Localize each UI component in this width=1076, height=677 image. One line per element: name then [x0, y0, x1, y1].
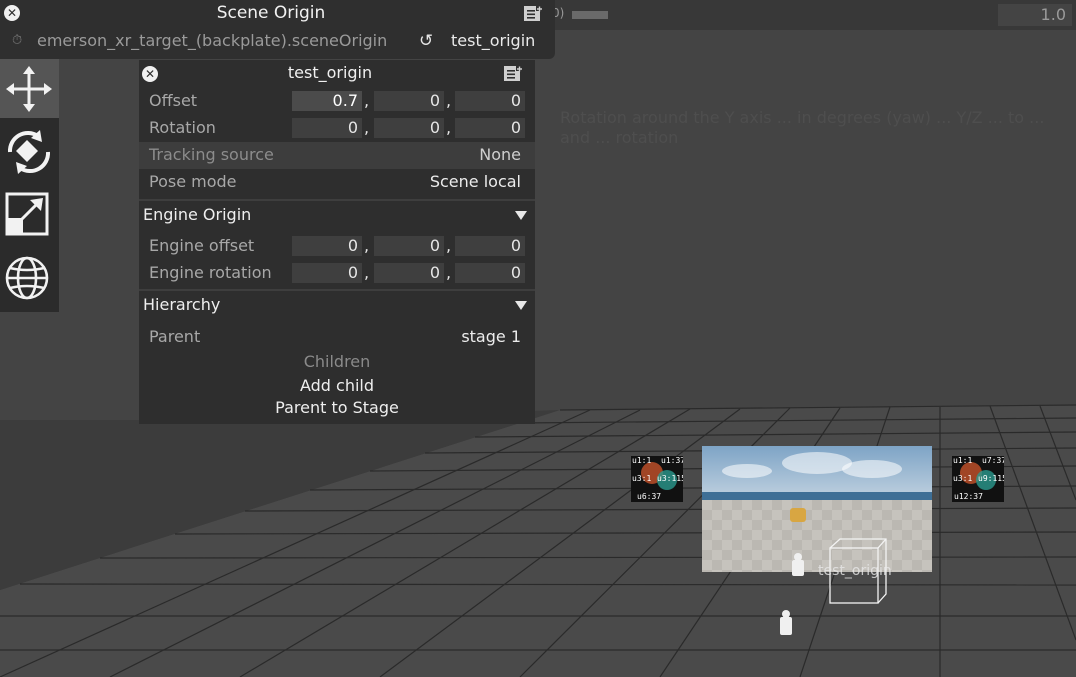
offset-y-input[interactable]: 0 [374, 91, 444, 111]
top-slider[interactable] [572, 11, 608, 19]
move-tool-button[interactable] [0, 59, 59, 118]
chevron-down-icon [515, 301, 527, 310]
world-space-button[interactable] [0, 248, 59, 307]
engine-origin-section-header[interactable]: Engine Origin [139, 199, 535, 229]
scale-icon [5, 192, 49, 236]
rotation-x-input[interactable]: 0 [292, 118, 362, 138]
rotation-row: Rotation 0 , 0 , 0 [139, 115, 535, 142]
chevron-down-icon [515, 211, 527, 220]
children-label: Children [303, 352, 371, 371]
origin-name-label: test_origin [818, 563, 892, 579]
chair-object [790, 508, 806, 522]
engine-offset-row: Engine offset 0 , 0 , 0 [139, 233, 535, 260]
engine-rotation-y-input[interactable]: 0 [374, 263, 444, 283]
rotation-z-input[interactable]: 0 [455, 118, 525, 138]
tracking-source-row[interactable]: Tracking source None [139, 142, 535, 169]
origin-name: test_origin [451, 31, 536, 50]
left-tracking-thumbnail: u1:1 u1:37 u3:1 u3:115 u6:37 [631, 456, 683, 502]
background-hint-text: Rotation around the Y axis ... in degree… [560, 108, 1045, 147]
engine-origin-header: Engine Origin [143, 205, 252, 224]
scene-origin-window: ✕ Scene Origin ⏱ emerson_xr_target_(back… [0, 0, 555, 59]
engine-offset-z-input[interactable]: 0 [455, 236, 525, 256]
origin-properties-panel: ✕ test_origin Offset 0.7 , 0 , 0 Rotatio… [139, 60, 535, 424]
engine-rotation-row: Engine rotation 0 , 0 , 0 [139, 260, 535, 287]
rotation-label: Rotation [149, 118, 216, 137]
parent-to-stage-button[interactable]: Parent to Stage [139, 398, 535, 417]
window-title: Scene Origin [216, 3, 326, 23]
pose-mode-value[interactable]: Scene local [430, 172, 521, 191]
panel-title: test_origin [287, 63, 373, 82]
hierarchy-header: Hierarchy [143, 295, 221, 314]
engine-offset-y-input[interactable]: 0 [374, 236, 444, 256]
engine-rotation-label: Engine rotation [149, 263, 272, 282]
scene-origin-path: emerson_xr_target_(backplate).sceneOrigi… [37, 31, 388, 50]
pose-mode-label: Pose mode [149, 172, 237, 191]
offset-label: Offset [149, 91, 198, 110]
parent-label: Parent [149, 327, 201, 346]
menu-icon[interactable] [503, 65, 523, 82]
engine-offset-label: Engine offset [149, 236, 255, 255]
offset-z-input[interactable]: 0 [455, 91, 525, 111]
offset-x-input[interactable]: 0.7 [292, 91, 362, 111]
backplate-image[interactable] [702, 446, 932, 572]
timer-icon: ⏱ [12, 33, 23, 48]
engine-offset-x-input[interactable]: 0 [292, 236, 362, 256]
rotate-tool-button[interactable] [0, 122, 59, 181]
tracking-source-label: Tracking source [149, 145, 274, 164]
transform-toolbar [0, 59, 59, 312]
globe-icon [5, 256, 49, 300]
rotate-icon [7, 130, 51, 174]
add-child-button[interactable]: Add child [139, 376, 535, 395]
engine-rotation-x-input[interactable]: 0 [292, 263, 362, 283]
pose-mode-row[interactable]: Pose mode Scene local [139, 169, 535, 196]
right-tracking-thumbnail: u1:1 u7:37 u3:1 u9:115 u12:37 [952, 456, 1004, 502]
reset-icon[interactable]: ↺ [419, 31, 433, 51]
parent-row[interactable]: Parent stage 1 [139, 324, 535, 351]
offset-row: Offset 0.7 , 0 , 0 [139, 88, 535, 115]
menu-icon[interactable] [523, 5, 543, 22]
parent-value[interactable]: stage 1 [461, 327, 521, 346]
move-icon [6, 66, 52, 112]
top-value-field[interactable]: 1.0 [998, 4, 1072, 26]
tracking-source-value[interactable]: None [479, 145, 521, 164]
scale-tool-button[interactable] [0, 185, 59, 244]
hierarchy-section-header[interactable]: Hierarchy [139, 289, 535, 319]
rotation-y-input[interactable]: 0 [374, 118, 444, 138]
engine-rotation-z-input[interactable]: 0 [455, 263, 525, 283]
